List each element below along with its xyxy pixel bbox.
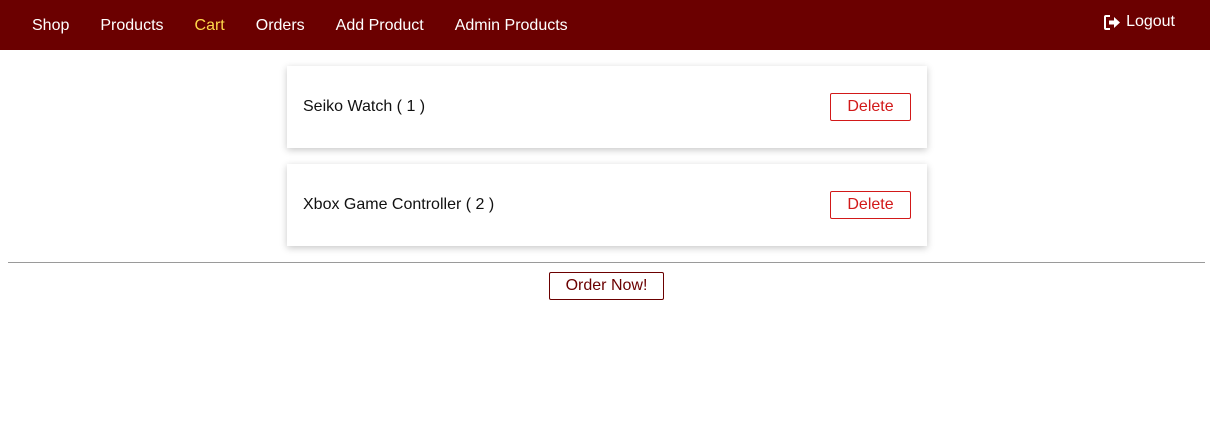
nav-link-admin-products[interactable]: Admin Products [455, 17, 568, 34]
top-navbar: Shop Products Cart Orders Add Product Ad… [0, 0, 1210, 50]
nav-link-cart[interactable]: Cart [195, 17, 225, 34]
nav-link-products[interactable]: Products [100, 17, 163, 34]
delete-button[interactable]: Delete [830, 93, 911, 121]
sign-out-icon [1104, 14, 1121, 30]
nav-link-shop[interactable]: Shop [32, 17, 69, 34]
logout-link[interactable]: Logout [1104, 13, 1175, 31]
logout-label: Logout [1126, 13, 1175, 30]
divider [8, 262, 1205, 263]
cart-item-title: Seiko Watch ( 1 ) [303, 98, 426, 115]
delete-button[interactable]: Delete [830, 191, 911, 219]
cart-item: Seiko Watch ( 1 ) Delete [287, 66, 927, 148]
nav-link-orders[interactable]: Orders [256, 17, 305, 34]
nav-links: Shop Products Cart Orders Add Product Ad… [0, 0, 599, 50]
cart-item: Xbox Game Controller ( 2 ) Delete [287, 164, 927, 246]
order-now-button[interactable]: Order Now! [549, 272, 664, 300]
nav-link-add-product[interactable]: Add Product [336, 17, 424, 34]
cart-item-title: Xbox Game Controller ( 2 ) [303, 196, 495, 213]
